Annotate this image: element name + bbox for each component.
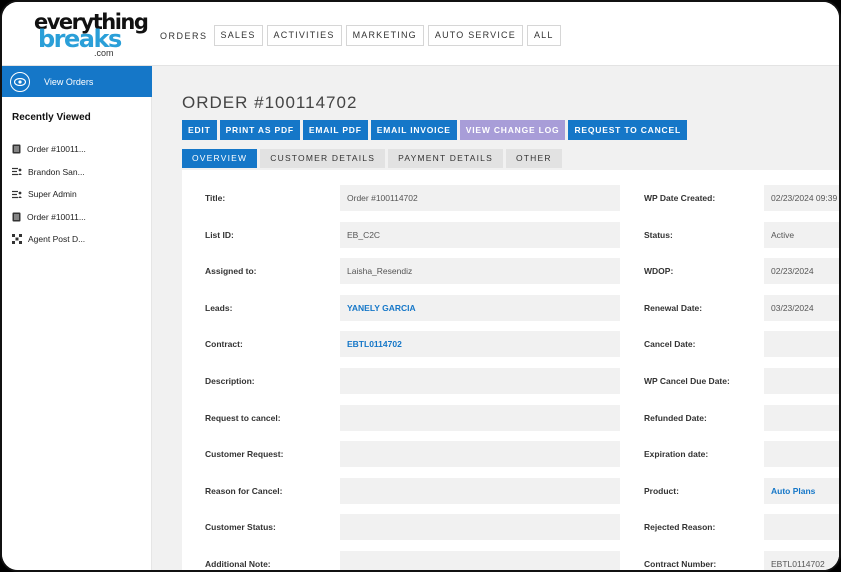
field-value-customer-status — [340, 514, 620, 541]
recent-item-order-1[interactable]: Order #10011... — [12, 138, 86, 161]
field-label-cancel-date: Cancel Date: — [644, 339, 696, 350]
nav-all[interactable]: ALL — [526, 25, 561, 46]
recent-item-brandon[interactable]: Brandon San... — [12, 161, 86, 184]
nav-auto-service[interactable]: AUTO SERVICE — [427, 25, 523, 46]
field-label-wp-date-created: WP Date Created: — [644, 193, 716, 203]
field-label-request-to-cancel: Request to cancel: — [205, 412, 281, 423]
document-icon — [12, 144, 21, 154]
recently-viewed-list: Order #10011... Brandon San... Super Adm… — [12, 138, 86, 251]
main-content: ORDER #100114702 EDIT PRINT AS PDF EMAIL… — [152, 66, 839, 570]
field-label-rejected-reason: Rejected Reason: — [644, 522, 716, 533]
field-label-refunded-date: Refunded Date: — [644, 412, 707, 423]
field-value-additional-note — [340, 551, 620, 570]
field-label-leads: Leads: — [205, 302, 233, 313]
main-nav: ORDERS SALES ACTIVITIES MARKETING AUTO S… — [160, 25, 565, 46]
field-label-renewal-date: Renewal Date: — [644, 302, 703, 313]
recent-item-label: Order #10011... — [27, 211, 86, 222]
user-list-icon — [12, 168, 22, 176]
recent-item-label: Agent Post D... — [28, 234, 86, 245]
field-label-reason-for-cancel: Reason for Cancel: — [205, 485, 283, 496]
eye-icon — [10, 71, 30, 92]
view-orders-label: View Orders — [44, 76, 94, 87]
field-label-customer-request: Customer Request: — [205, 449, 284, 460]
field-label-assigned-to: Assigned to: — [205, 266, 257, 277]
page-title: ORDER #100114702 — [182, 93, 358, 112]
field-value-wp-date-created: 02/23/2024 09:39 — [764, 185, 839, 211]
document-icon — [12, 212, 21, 222]
tab-payment-details[interactable]: PAYMENT DETAILS — [388, 149, 503, 168]
view-orders-button[interactable]: View Orders — [2, 66, 152, 97]
field-label-customer-status: Customer Status: — [205, 522, 276, 533]
email-pdf-button[interactable]: EMAIL PDF — [302, 120, 368, 140]
field-value-customer-request — [340, 441, 620, 468]
field-label-contract-number: Contract Number: — [644, 559, 717, 569]
recent-item-label: Order #10011... — [27, 144, 86, 155]
view-change-log-button[interactable]: VIEW CHANGE LOG — [459, 120, 566, 140]
edit-button[interactable]: EDIT — [182, 120, 217, 140]
app-window: everything breaks .com ORDERS SALES ACTI… — [0, 0, 841, 572]
field-label-additional-note: Additional Note: — [205, 559, 271, 569]
field-value-refunded-date — [764, 404, 839, 431]
field-value-status: Active — [764, 221, 839, 248]
field-value-leads[interactable]: YANELY GARCIA — [340, 294, 620, 321]
request-to-cancel-button[interactable]: REQUEST TO CANCEL — [568, 120, 687, 140]
recent-item-label: Super Admin — [28, 189, 77, 200]
recent-item-label: Brandon San... — [28, 166, 85, 177]
sidebar: View Orders Recently Viewed Order #10011… — [2, 66, 152, 570]
field-value-reason-for-cancel — [340, 477, 620, 504]
field-value-renewal-date: 03/23/2024 — [764, 294, 839, 321]
field-label-expiration-date: Expiration date: — [644, 449, 709, 460]
tab-customer-details[interactable]: CUSTOMER DETAILS — [260, 149, 386, 168]
field-value-description — [340, 368, 620, 394]
field-label-description: Description: — [205, 376, 255, 386]
field-label-status: Status: — [644, 229, 673, 240]
recently-viewed-title: Recently Viewed — [12, 112, 91, 123]
field-value-request-to-cancel — [340, 404, 620, 431]
field-value-wdop: 02/23/2024 — [764, 258, 839, 285]
field-label-title: Title: — [205, 193, 226, 203]
recent-item-agent-post[interactable]: Agent Post D... — [12, 228, 86, 251]
nav-marketing[interactable]: MARKETING — [345, 25, 424, 46]
top-bar: everything breaks .com ORDERS SALES ACTI… — [2, 2, 839, 66]
overview-panel: Title: Order #100114702 List ID: EB_C2C Assi… — [182, 170, 839, 570]
action-toolbar: EDIT PRINT AS PDF EMAIL PDF EMAIL INVOIC… — [182, 120, 690, 140]
field-label-wp-cancel-due-date: WP Cancel Due Date: — [644, 376, 730, 386]
grid-icon — [12, 234, 22, 245]
field-value-assigned-to: Laisha_Resendiz — [340, 258, 620, 285]
logo-text-line3: .com — [94, 48, 114, 58]
field-value-cancel-date — [764, 331, 839, 358]
recent-item-super-admin[interactable]: Super Admin — [12, 183, 86, 206]
field-value-contract[interactable]: EBTL0114702 — [340, 331, 620, 358]
field-value-title: Order #100114702 — [340, 185, 620, 211]
email-invoice-button[interactable]: EMAIL INVOICE — [370, 120, 457, 140]
field-label-contract: Contract: — [205, 339, 243, 350]
nav-orders[interactable]: ORDERS — [160, 31, 208, 41]
field-value-product[interactable]: Auto Plans — [764, 477, 839, 504]
print-as-pdf-button[interactable]: PRINT AS PDF — [219, 120, 300, 140]
tab-other[interactable]: OTHER — [505, 149, 562, 168]
field-label-product: Product: — [644, 485, 679, 496]
field-value-wp-cancel-due-date — [764, 368, 839, 394]
nav-activities[interactable]: ACTIVITIES — [266, 25, 342, 46]
everything-breaks-logo[interactable]: everything breaks .com — [32, 10, 149, 60]
detail-tabs: OVERVIEW CUSTOMER DETAILS PAYMENT DETAIL… — [182, 149, 565, 168]
recent-item-order-2[interactable]: Order #10011... — [12, 206, 86, 229]
user-list-icon — [12, 190, 22, 198]
tab-overview[interactable]: OVERVIEW — [182, 149, 258, 168]
field-value-expiration-date — [764, 441, 839, 468]
field-label-wdop: WDOP: — [644, 266, 674, 277]
field-value-contract-number: EBTL0114702 — [764, 551, 839, 570]
field-value-list-id: EB_C2C — [340, 221, 620, 248]
nav-sales[interactable]: SALES — [213, 25, 263, 46]
field-value-rejected-reason — [764, 514, 839, 541]
field-label-list-id: List ID: — [205, 229, 234, 240]
